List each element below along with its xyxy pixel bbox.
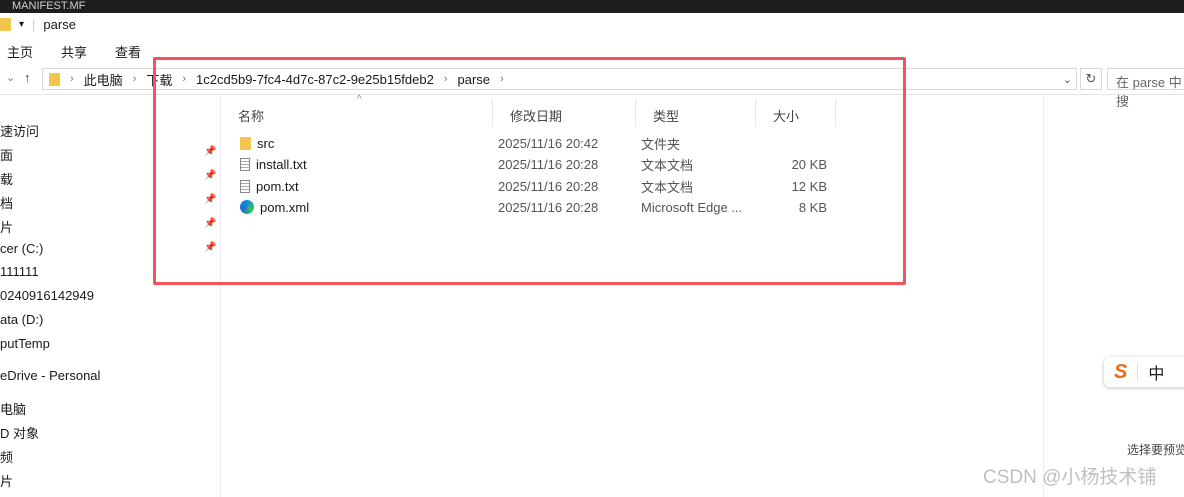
folder-icon: [49, 72, 60, 86]
tab-share[interactable]: 共享: [61, 42, 87, 61]
refresh-button[interactable]: ↻: [1080, 68, 1102, 90]
recent-locations-chevron-icon[interactable]: ⌄: [6, 71, 15, 84]
tab-view[interactable]: 查看: [115, 42, 141, 61]
nav-item[interactable]: 电脑: [0, 399, 26, 418]
nav-item[interactable]: 载: [0, 169, 13, 188]
nav-item[interactable]: ata (D:): [0, 312, 43, 327]
nav-item[interactable]: D 对象: [0, 423, 39, 442]
background-window-strip: MANIFEST.MF: [0, 0, 1184, 13]
address-dropdown-icon[interactable]: ⌄: [1063, 73, 1072, 86]
ime-toolbar[interactable]: S 中: [1104, 357, 1184, 387]
nav-item[interactable]: putTemp: [0, 336, 50, 351]
nav-item[interactable]: 档: [0, 193, 13, 212]
quick-access-dropdown[interactable]: ▾: [19, 19, 24, 30]
window-title: parse: [43, 16, 76, 32]
nav-item[interactable]: 速访问: [0, 121, 39, 140]
nav-item[interactable]: 频: [0, 447, 13, 466]
watermark: CSDN @小杨技术铺: [983, 467, 1157, 488]
nav-item[interactable]: eDrive - Personal: [0, 368, 100, 383]
nav-item[interactable]: 111111: [0, 264, 39, 279]
nav-item[interactable]: 0240916142949: [0, 288, 94, 303]
nav-item[interactable]: cer (C:): [0, 241, 43, 256]
sogou-logo-icon: S: [1114, 360, 1128, 383]
search-input[interactable]: 在 parse 中搜: [1107, 68, 1184, 109]
title-bar: ▾ | parse: [0, 15, 76, 33]
preview-placeholder: 选择要预览: [1127, 443, 1184, 457]
highlight-annotation-box: [153, 57, 906, 285]
nav-item[interactable]: 片: [0, 217, 13, 236]
ribbon-tabs: 主页 共享 查看: [7, 42, 141, 61]
nav-item[interactable]: 面: [0, 145, 13, 164]
up-arrow-icon[interactable]: ↑: [24, 70, 31, 85]
tab-home[interactable]: 主页: [7, 42, 33, 61]
nav-item[interactable]: 片: [0, 471, 13, 490]
preview-pane-divider: [1043, 95, 1044, 497]
background-tab: MANIFEST.MF: [12, 0, 86, 12]
folder-icon: [0, 17, 11, 31]
ime-mode[interactable]: 中: [1148, 360, 1164, 384]
breadcrumb-this-pc[interactable]: 此电脑: [84, 70, 123, 89]
